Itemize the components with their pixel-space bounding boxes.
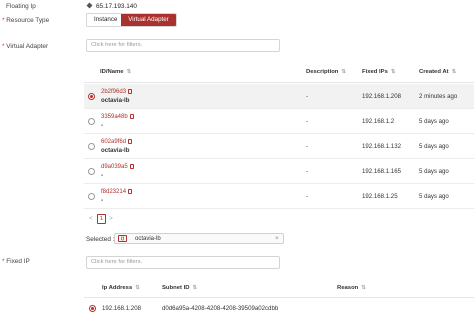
sort-icon: ⇅ (192, 285, 198, 291)
table-row[interactable]: 2b2f96d3 octavia-lb - 192.168.1.208 2 mi… (84, 84, 474, 109)
adapter-id-link[interactable]: 2b2f96d3 (101, 89, 126, 95)
adapter-created-at: 2 minutes ago (419, 93, 458, 100)
row-radio[interactable] (89, 305, 96, 312)
sort-icon: ⇅ (126, 69, 132, 75)
delete-icon[interactable] (118, 235, 127, 242)
table-row[interactable]: 602a9f6d octavia-lb - 192.168.1.132 5 da… (84, 134, 474, 159)
adapter-created-at: 5 days ago (419, 118, 449, 125)
selected-value: octavia-lb (135, 236, 161, 242)
adapter-fixed-ip: 192.168.1.132 (362, 143, 401, 150)
adapter-fixed-ip: 192.168.1.25 (362, 193, 398, 200)
adapter-name: octavia-lb (101, 147, 130, 154)
floating-ip-value: 65.17.193.140 (96, 3, 137, 10)
virtual-adapter-label: * Virtual Adapter (2, 43, 49, 50)
adapter-id-link[interactable]: d9a039a5 (101, 164, 128, 170)
column-header-fixed-ips[interactable]: Fixed IPs ⇅ (362, 69, 395, 75)
column-header-id-name[interactable]: ID/Name ⇅ (100, 69, 131, 75)
resource-type-label: * Resource Type (2, 17, 50, 24)
copy-icon[interactable] (128, 138, 133, 144)
column-header-subnet-id[interactable]: Subnet ID ⇅ (162, 285, 197, 291)
adapter-created-at: 5 days ago (419, 193, 449, 200)
adapter-name: - (101, 172, 104, 179)
adapter-name: octavia-lb (101, 97, 130, 104)
clear-icon[interactable]: × (275, 235, 279, 242)
table-row[interactable]: 3359a48b - - 192.168.1.2 5 days ago (84, 109, 474, 134)
adapter-created-at: 5 days ago (419, 143, 449, 150)
column-header-created-at[interactable]: Created At ⇅ (419, 69, 456, 75)
table-row[interactable]: f8d23214 - - 192.168.1.25 5 days ago (84, 184, 474, 209)
virtual-adapter-filter-input[interactable]: Click here for filters. (86, 39, 280, 52)
resource-type-option-instance[interactable]: Instance (87, 14, 121, 26)
pagination-prev-button[interactable]: < (89, 215, 93, 222)
pagination-page-button[interactable]: 1 (97, 214, 106, 224)
adapter-fixed-ip: 192.168.1.2 (362, 118, 395, 125)
column-header-description[interactable]: Description ⇅ (306, 69, 346, 75)
adapter-created-at: 5 days ago (419, 168, 449, 175)
sort-icon: ⇅ (390, 69, 396, 75)
adapter-id-link[interactable]: 3359a48b (101, 114, 128, 120)
adapter-description: - (306, 168, 309, 175)
row-radio[interactable] (88, 193, 95, 200)
adapter-description: - (306, 143, 309, 150)
fixed-ip-address: 192.168.1.208 (102, 305, 141, 312)
column-header-reason[interactable]: Reason ⇅ (337, 285, 366, 291)
adapter-id-link[interactable]: f8d23214 (101, 189, 126, 195)
sort-icon: ⇅ (341, 69, 347, 75)
table-row[interactable]: 192.168.1.208 d0d6a95a-4208-4208-4208-39… (84, 298, 474, 319)
copy-icon[interactable] (129, 163, 134, 169)
fixed-ip-label: * Fixed IP (2, 258, 30, 265)
column-header-ip-address[interactable]: Ip Address ⇅ (102, 285, 140, 291)
copy-icon[interactable] (128, 88, 133, 94)
floating-ip-label: Floating Ip (6, 3, 36, 10)
adapter-fixed-ip: 192.168.1.208 (362, 93, 401, 100)
adapter-id-link[interactable]: 602a9f6d (101, 139, 126, 145)
selected-tag: octavia-lb × (114, 233, 284, 244)
floating-ip-icon (86, 2, 93, 9)
adapter-name: - (101, 122, 104, 129)
fixed-ip-filter-input[interactable]: Click here for filters. (86, 256, 280, 269)
adapter-name: - (101, 197, 104, 204)
fixed-ip-subnet-id: d0d6a95a-4208-4208-4208-39509a02cdbb (162, 305, 279, 312)
adapter-description: - (306, 93, 309, 100)
pagination-next-button[interactable]: > (109, 215, 113, 222)
sort-icon: ⇅ (135, 285, 140, 291)
adapter-fixed-ip: 192.168.1.165 (362, 168, 401, 175)
copy-icon[interactable] (128, 188, 133, 194)
adapter-description: - (306, 193, 309, 200)
row-radio[interactable] (88, 118, 95, 125)
table-header-divider (84, 82, 474, 83)
row-radio[interactable] (88, 143, 95, 150)
table-row[interactable]: d9a039a5 - - 192.168.1.165 5 days ago (84, 159, 474, 184)
copy-icon[interactable] (129, 113, 134, 119)
resource-type-option-virtual-adapter[interactable]: Virtual Adapter (121, 14, 176, 26)
selected-label: Selected : (86, 236, 115, 243)
adapter-description: - (306, 118, 309, 125)
resource-type-toggle: Instance Virtual Adapter (86, 13, 177, 27)
row-radio[interactable] (88, 93, 95, 100)
sort-icon: ⇅ (451, 69, 457, 75)
row-radio[interactable] (88, 168, 95, 175)
sort-icon: ⇅ (361, 285, 366, 291)
